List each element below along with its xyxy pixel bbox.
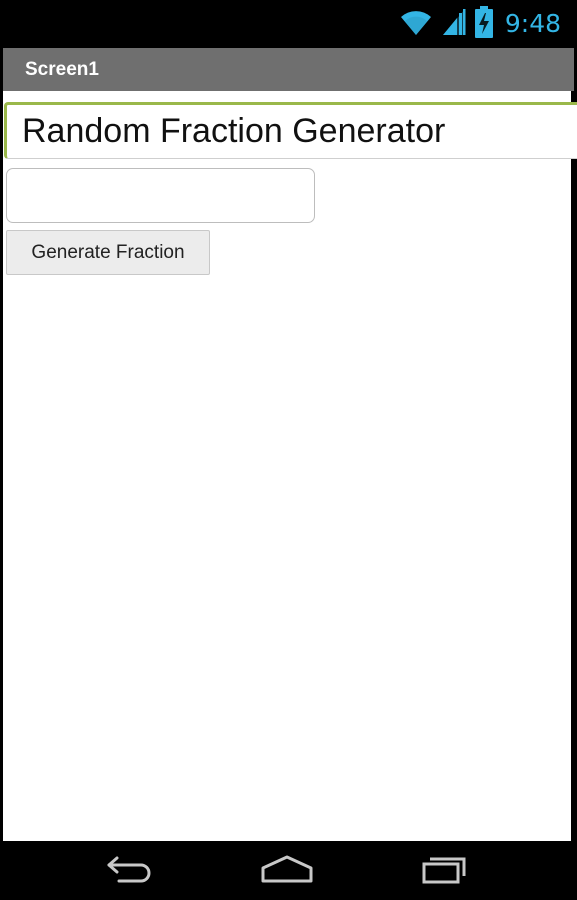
back-button[interactable] [100,851,160,891]
status-time: 9:48 [504,9,561,38]
recent-apps-icon [420,854,470,889]
recent-apps-button[interactable] [415,851,475,891]
screen-title: Screen1 [25,59,99,80]
home-button[interactable] [257,851,317,891]
status-icons: 9:48 [399,5,561,43]
fraction-text-input[interactable] [6,168,315,223]
generate-fraction-button[interactable]: Generate Fraction [6,230,210,275]
app-title-bar: Screen1 [3,48,574,91]
cell-signal-icon [441,7,467,42]
home-icon [259,854,315,889]
device-screen: 9:48 Screen1 Random Fraction Generator G… [0,0,577,900]
title-label-box: Random Fraction Generator [4,102,577,159]
back-icon [105,854,155,889]
status-bar: 9:48 [0,0,577,48]
navigation-bar [0,841,577,900]
screen-content: Random Fraction Generator Generate Fract… [3,91,577,841]
title-label: Random Fraction Generator [22,112,446,150]
battery-charging-icon [474,5,493,43]
wifi-icon [399,7,433,42]
